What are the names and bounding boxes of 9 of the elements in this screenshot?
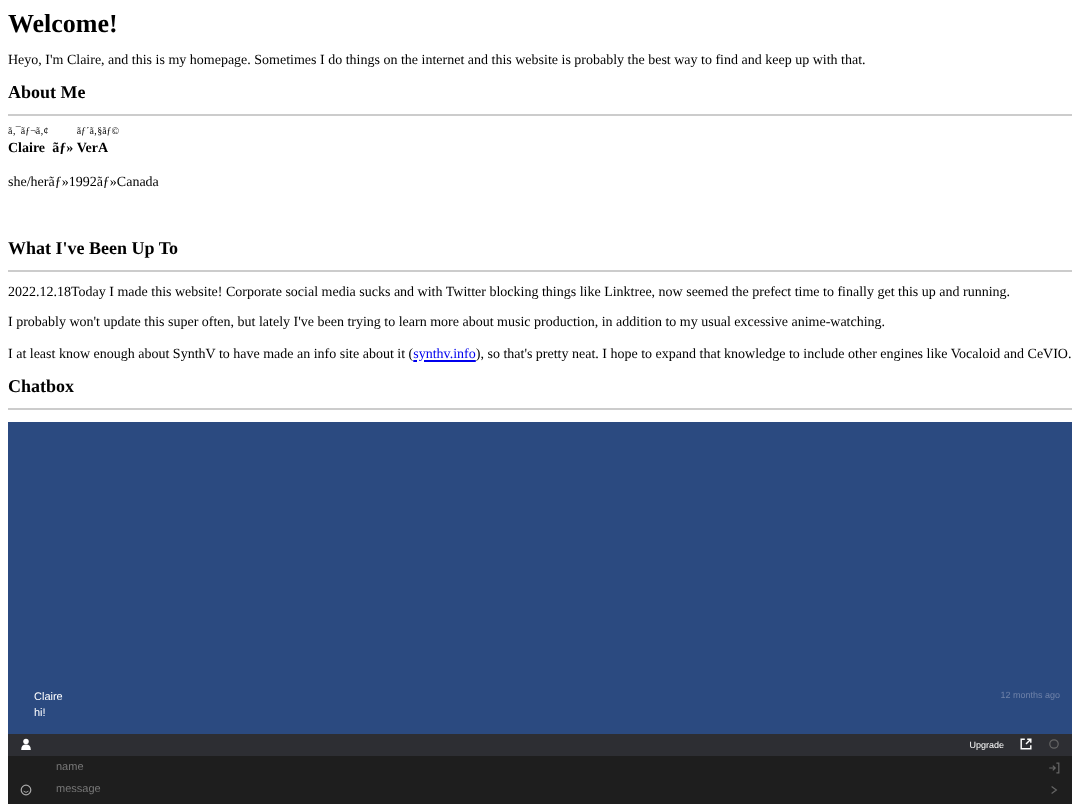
page-title: Welcome! [8, 8, 120, 40]
external-link-icon[interactable] [1020, 738, 1032, 751]
send-icon[interactable] [1048, 784, 1060, 797]
login-icon[interactable] [1048, 762, 1060, 775]
smiley-icon[interactable] [20, 784, 32, 797]
user-icon[interactable] [20, 738, 32, 751]
section-heading: What I've Been Up To [8, 237, 181, 258]
section-heading: About Me [8, 82, 88, 103]
section-heading: Chatbox [8, 375, 77, 396]
